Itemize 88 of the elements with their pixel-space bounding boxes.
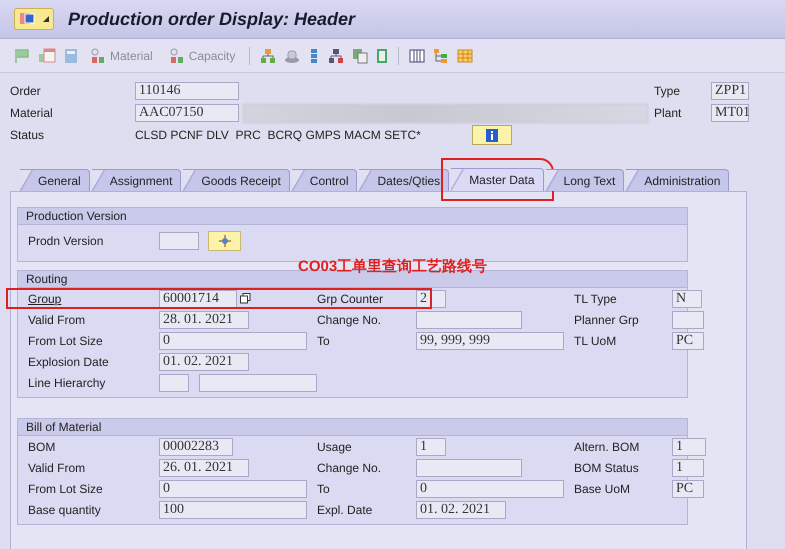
field-label: BOM bbox=[28, 440, 56, 454]
version-button[interactable] bbox=[208, 231, 241, 251]
grid-icon[interactable] bbox=[457, 48, 474, 64]
field-label: Grp Counter bbox=[317, 292, 384, 306]
input-field[interactable]: 01. 02. 2021 bbox=[416, 500, 506, 518]
window-icon bbox=[19, 11, 37, 27]
field-label: Change No. bbox=[317, 312, 382, 326]
field-label: To bbox=[317, 482, 331, 496]
tab[interactable]: Assignment bbox=[92, 169, 182, 191]
group-title: Routing bbox=[26, 272, 68, 286]
input-field[interactable] bbox=[159, 232, 199, 250]
input-field[interactable] bbox=[198, 374, 317, 392]
input-field[interactable]: 0 bbox=[159, 480, 307, 498]
field-label: Explosion Date bbox=[28, 354, 110, 368]
field-label: Change No. bbox=[317, 460, 382, 474]
list-icon[interactable] bbox=[376, 48, 388, 64]
input-field[interactable]: PC bbox=[672, 332, 704, 350]
field-label: From Lot Size bbox=[28, 482, 104, 496]
calendar-icon[interactable] bbox=[38, 48, 56, 64]
field-label: Valid From bbox=[28, 312, 86, 326]
field-label: Planner Grp bbox=[574, 312, 640, 326]
input-field[interactable]: 00002283 bbox=[159, 438, 233, 456]
input-field[interactable]: 99, 999, 999 bbox=[416, 332, 564, 350]
field-label: Altern. BOM bbox=[574, 440, 640, 454]
tree-icon[interactable] bbox=[433, 48, 450, 64]
status-text: CLSD PCNF DLV PRC BCRQ GMPS MACM SETC* bbox=[135, 128, 422, 142]
field-label: Prodn Version bbox=[28, 234, 104, 248]
input-field[interactable]: N bbox=[672, 290, 702, 308]
field-label: Base quantity bbox=[28, 502, 102, 516]
input-field[interactable]: 100 bbox=[159, 500, 307, 518]
input-field[interactable]: 28. 01. 2021 bbox=[159, 310, 249, 328]
input-field[interactable]: 26. 01. 2021 bbox=[159, 458, 249, 476]
info-button[interactable] bbox=[472, 125, 512, 145]
field-label: BOM Status bbox=[574, 460, 640, 474]
input-field[interactable]: 1 bbox=[672, 458, 704, 476]
hierarchy-icon[interactable] bbox=[260, 48, 276, 64]
copy-icon[interactable] bbox=[240, 293, 251, 304]
info-icon bbox=[486, 128, 498, 142]
system-menu-button[interactable] bbox=[14, 8, 54, 30]
input-field[interactable]: 2 bbox=[416, 290, 446, 308]
flag-icon[interactable] bbox=[14, 48, 30, 64]
arrows-icon bbox=[216, 234, 232, 248]
field-label: Expl. Date bbox=[317, 502, 374, 516]
columns-icon[interactable] bbox=[409, 48, 426, 64]
caret-icon bbox=[43, 16, 49, 22]
documents-icon[interactable] bbox=[352, 48, 368, 64]
input-field[interactable] bbox=[159, 374, 189, 392]
material-field[interactable]: AAC07150 bbox=[135, 104, 239, 122]
annotation-text: CO03工单里查询工艺路线号 bbox=[298, 257, 488, 276]
field-label: Status bbox=[10, 128, 46, 142]
input-field[interactable]: 1 bbox=[672, 438, 706, 456]
calculator-icon[interactable] bbox=[64, 48, 78, 64]
tab[interactable]: Control bbox=[292, 169, 358, 191]
input-field[interactable]: 01. 02. 2021 bbox=[159, 352, 249, 370]
field-label: Group bbox=[28, 292, 62, 306]
tab[interactable]: Long Text bbox=[546, 169, 624, 191]
type-field[interactable]: ZPP1 bbox=[711, 82, 749, 100]
order-field[interactable]: 110146 bbox=[135, 82, 239, 100]
org-chart-icon[interactable] bbox=[328, 48, 344, 64]
tab[interactable]: General bbox=[20, 169, 90, 191]
group-title: Bill of Material bbox=[26, 420, 102, 434]
input-field[interactable]: 0 bbox=[159, 332, 307, 350]
field-label: TL Type bbox=[574, 292, 618, 306]
input-field[interactable]: 1 bbox=[416, 438, 446, 456]
field-label: Valid From bbox=[28, 460, 86, 474]
field-label: TL UoM bbox=[574, 334, 618, 348]
plant-field[interactable]: MT01 bbox=[711, 104, 749, 122]
field-label: Plant bbox=[654, 106, 682, 120]
field-label: Usage bbox=[317, 440, 353, 454]
field-label: Base UoM bbox=[574, 482, 632, 496]
field-label: Material bbox=[10, 106, 54, 120]
input-field[interactable] bbox=[416, 458, 522, 476]
field-label: From Lot Size bbox=[28, 334, 104, 348]
field-label: Order bbox=[10, 84, 42, 98]
hat-icon[interactable] bbox=[284, 48, 300, 64]
input-field[interactable]: 0 bbox=[416, 480, 564, 498]
field-label: Line Hierarchy bbox=[28, 376, 106, 390]
group-title: Production Version bbox=[26, 209, 127, 223]
field-label: Type bbox=[654, 84, 682, 98]
input-field[interactable] bbox=[416, 310, 522, 328]
input-field[interactable]: PC bbox=[672, 480, 704, 498]
tab[interactable]: Goods Receipt bbox=[183, 169, 290, 191]
tab[interactable]: Dates/Qties bbox=[359, 169, 450, 191]
tab[interactable]: Administration bbox=[626, 169, 730, 191]
field-label: To bbox=[317, 334, 331, 348]
input-field[interactable] bbox=[672, 310, 704, 328]
input-field[interactable]: 60001714 bbox=[159, 290, 237, 308]
window-title: Production order Display: Header bbox=[68, 8, 356, 30]
